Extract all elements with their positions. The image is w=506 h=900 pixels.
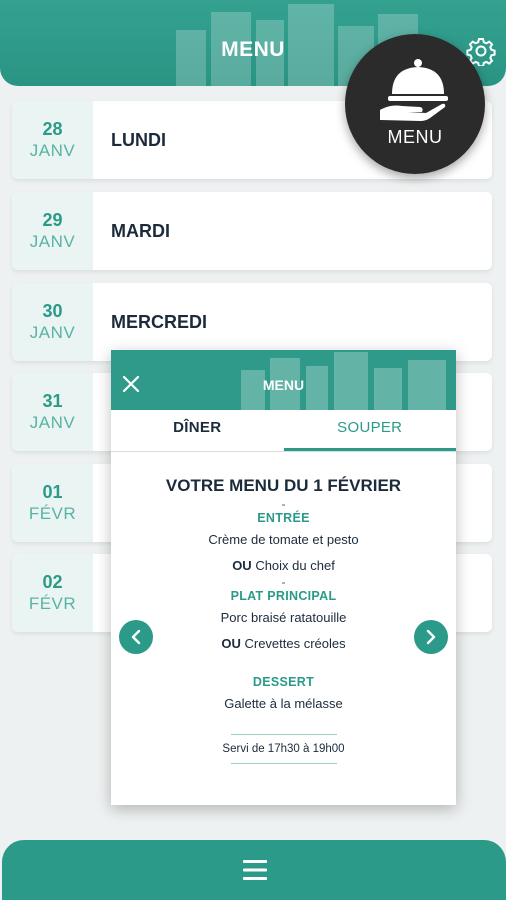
- served-hours: Servi de 17h30 à 19h00: [222, 743, 345, 755]
- day-row[interactable]: 29 JANV MARDI: [12, 192, 492, 270]
- dessert-label: DESSERT: [252, 675, 315, 689]
- day-name: MERCREDI: [111, 311, 208, 332]
- day-date: 28 JANV: [12, 101, 93, 179]
- tab-diner[interactable]: DÎNER: [111, 410, 284, 452]
- separator-dash: -: [281, 575, 286, 589]
- day-month: JANV: [29, 141, 76, 160]
- day-month: JANV: [29, 232, 76, 251]
- dessert-item: Galette à la mélasse: [224, 696, 343, 711]
- next-day-button[interactable]: [414, 620, 448, 654]
- or-label: OU: [221, 636, 241, 651]
- or-label: OU: [232, 558, 252, 573]
- chevron-left-icon: [131, 629, 141, 645]
- day-date: 30 JANV: [12, 283, 93, 361]
- main-item: Porc braisé ratatouille: [220, 610, 347, 625]
- day-number: 29: [42, 210, 63, 230]
- chevron-right-icon: [426, 629, 436, 645]
- day-month: FÉVR: [28, 504, 77, 523]
- meal-tabs: DÎNER SOUPER: [111, 410, 456, 452]
- tab-souper[interactable]: SOUPER: [283, 410, 456, 452]
- day-date: 29 JANV: [12, 192, 93, 270]
- menu-content: VOTRE MENU DU 1 FÉVRIER - ENTRÉE Crème d…: [111, 462, 456, 764]
- served-rule-top: [230, 734, 337, 735]
- menu-heading: VOTRE MENU DU 1 FÉVRIER: [165, 476, 402, 495]
- tabs-divider: [111, 451, 456, 452]
- bottom-nav-bar: [2, 840, 506, 900]
- entree-item: Crème de tomate et pesto: [208, 532, 359, 547]
- day-number: 01: [42, 482, 63, 502]
- main-label: PLAT PRINCIPAL: [230, 589, 337, 603]
- day-month: JANV: [29, 413, 76, 432]
- entree-label: ENTRÉE: [257, 511, 310, 525]
- day-date: 31 JANV: [12, 373, 93, 451]
- cloche-serving-icon: [380, 59, 448, 121]
- served-rule-bottom: [230, 763, 337, 764]
- day-number: 02: [42, 572, 63, 592]
- day-date: 02 FÉVR: [12, 554, 93, 632]
- fab-label: MENU: [387, 127, 443, 147]
- entree-alt-text: Choix du chef: [255, 558, 335, 573]
- day-number: 31: [42, 391, 63, 411]
- dialog-header: MENU: [111, 350, 456, 410]
- day-number: 28: [42, 119, 63, 139]
- main-alt-item: OU Crevettes créoles: [111, 636, 456, 652]
- hamburger-icon[interactable]: [243, 858, 267, 882]
- day-date: 01 FÉVR: [12, 464, 93, 542]
- main-alt-text: Crevettes créoles: [244, 636, 346, 651]
- entree-alt-item: OU Choix du chef: [111, 558, 456, 574]
- day-number: 30: [42, 301, 63, 321]
- separator-dash: -: [281, 497, 286, 511]
- menu-fab-button[interactable]: MENU: [345, 34, 485, 174]
- menu-dialog: MENU DÎNER SOUPER VOTRE MENU DU 1 FÉVRIE…: [111, 350, 456, 805]
- dialog-title: MENU: [262, 377, 305, 393]
- day-name: MARDI: [111, 220, 170, 241]
- day-month: JANV: [29, 323, 76, 342]
- day-month: FÉVR: [28, 594, 77, 613]
- prev-day-button[interactable]: [119, 620, 153, 654]
- day-name: LUNDI: [111, 129, 166, 150]
